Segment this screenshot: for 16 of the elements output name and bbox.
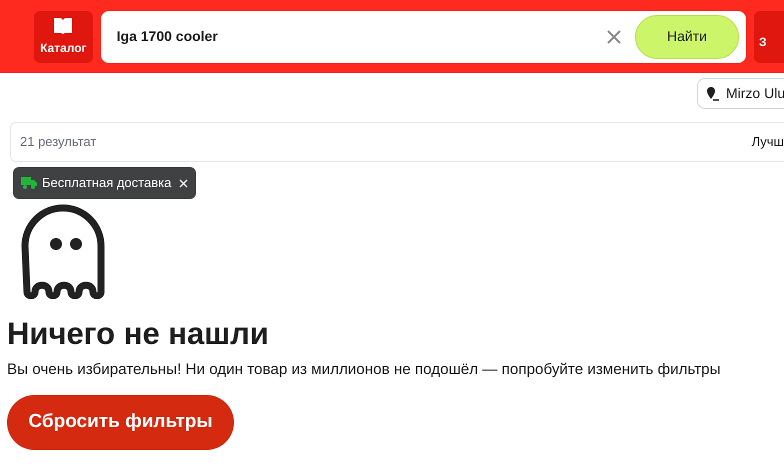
filter-label: Бесплатная доставка [42, 174, 172, 192]
results-count: 21 результат [20, 133, 96, 152]
reset-filters-button[interactable]: Сбросить фильтры [7, 394, 234, 450]
ghost-icon [20, 203, 106, 299]
empty-message: Вы очень избирательны! Ни один товар из миллионов не подошёл — попробуйте изменить фильтры [7, 360, 722, 380]
truck-icon [21, 177, 37, 189]
sort-label[interactable]: Лучш [752, 132, 784, 152]
search-field[interactable]: Iga 1700 cooler Найти [100, 10, 746, 62]
search-button[interactable]: Найти [635, 14, 739, 58]
filter-chip[interactable]: Бесплатная доставка [13, 167, 196, 199]
catalog-button[interactable]: Каталог [34, 10, 93, 62]
empty-title: Ничего не нашли [7, 315, 270, 353]
book-icon [53, 16, 74, 34]
side-button[interactable]: З [754, 10, 784, 62]
location-button[interactable]: Mirzo Ulu [697, 78, 784, 109]
location-pin-icon [706, 86, 720, 102]
